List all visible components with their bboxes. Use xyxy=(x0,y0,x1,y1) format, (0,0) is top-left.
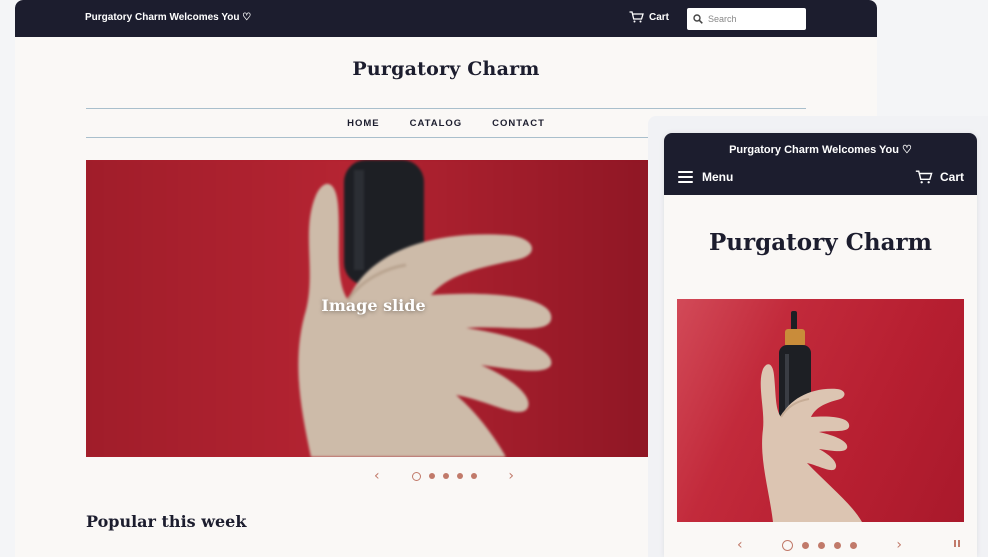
mobile-slide-dot-5[interactable] xyxy=(850,541,857,549)
announcement-text: Purgatory Charm Welcomes You ♡ xyxy=(85,12,252,23)
mobile-header: Purgatory Charm Welcomes You ♡ Menu Cart xyxy=(664,133,977,195)
mobile-slide-dot-4[interactable] xyxy=(834,541,841,549)
mobile-hero-image xyxy=(760,311,862,522)
prev-arrow[interactable]: ‹ xyxy=(374,468,380,484)
slide-dot-3[interactable] xyxy=(442,473,449,479)
mobile-prev-arrow[interactable]: ‹ xyxy=(737,537,743,553)
site-logo[interactable]: Purgatory Charm xyxy=(15,58,877,80)
mobile-preview: Purgatory Charm Welcomes You ♡ Menu Cart… xyxy=(664,133,977,557)
nav-catalog[interactable]: CATALOG xyxy=(395,118,478,129)
mobile-cart-link[interactable]: Cart xyxy=(915,170,964,184)
hero-slide[interactable]: Image slide xyxy=(86,160,661,457)
slide-dots xyxy=(411,471,477,481)
mobile-hero-slide[interactable] xyxy=(677,299,964,522)
mobile-slide-dot-2[interactable] xyxy=(802,541,809,549)
cart-label: Cart xyxy=(649,11,670,23)
mobile-slide-dot-1[interactable] xyxy=(782,539,793,551)
search-box[interactable] xyxy=(687,8,806,30)
next-arrow[interactable]: › xyxy=(508,468,514,484)
slide-caption: Image slide xyxy=(321,296,426,315)
desktop-top-bar: Purgatory Charm Welcomes You ♡ Cart xyxy=(15,0,877,37)
search-icon xyxy=(693,14,703,24)
section-title: Popular this week xyxy=(86,512,247,531)
slide-dot-1[interactable] xyxy=(411,471,421,481)
nav-home[interactable]: HOME xyxy=(332,118,395,129)
mobile-cart-label: Cart xyxy=(939,170,964,184)
hamburger-icon xyxy=(678,171,693,183)
cart-icon xyxy=(629,11,644,23)
slide-dot-4[interactable] xyxy=(456,473,463,479)
mobile-announcement-text: Purgatory Charm Welcomes You ♡ xyxy=(729,144,912,156)
nav-contact[interactable]: CONTACT xyxy=(477,118,560,129)
menu-label: Menu xyxy=(702,170,734,184)
slide-dot-2[interactable] xyxy=(428,473,435,479)
mobile-site-logo[interactable]: Purgatory Charm xyxy=(664,229,977,256)
mobile-next-arrow[interactable]: › xyxy=(896,537,902,553)
pause-icon[interactable] xyxy=(954,540,960,547)
search-input[interactable] xyxy=(708,14,800,24)
mobile-slideshow-controls: ‹ › xyxy=(737,537,902,553)
mobile-slide-dots xyxy=(782,539,857,551)
cart-link[interactable]: Cart xyxy=(629,11,669,23)
slide-dot-5[interactable] xyxy=(470,473,477,479)
menu-button[interactable]: Menu xyxy=(678,170,733,184)
cart-icon xyxy=(915,170,933,184)
mobile-slide-dot-3[interactable] xyxy=(818,541,825,549)
desktop-slideshow-controls: ‹ › xyxy=(374,468,514,484)
